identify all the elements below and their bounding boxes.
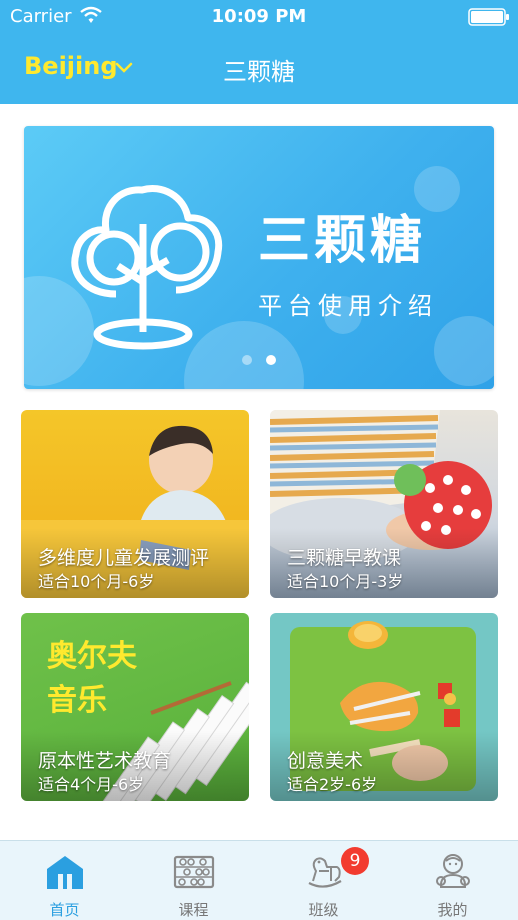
home-icon [47,856,83,889]
tab-courses[interactable]: 课程 [129,841,258,920]
card-title: 多维度儿童发展测评 [38,547,210,569]
banner-title: 三颗糖 [258,211,427,271]
banner-carousel[interactable]: 三颗糖 平台使用介绍 [24,126,494,389]
abacus-icon [173,855,215,889]
status-time: 10:09 PM [211,6,307,27]
card-orff-music[interactable]: 奥尔夫 音乐 原本性艺术教育 适合4个月-6岁 [21,613,249,801]
status-bar: Carrier 10:09 PM [0,0,518,34]
card-subtitle: 适合10个月-3岁 [287,572,404,591]
card-title: 三颗糖早教课 [287,547,402,569]
card-title: 原本性艺术教育 [38,750,172,772]
card-subtitle: 适合2岁-6岁 [287,775,378,794]
tab-home[interactable]: 首页 [0,841,129,920]
page-title: 三颗糖 [223,58,295,86]
nav-bar: Beijing 三颗糖 [0,34,518,104]
pager-dot-active[interactable] [265,355,276,365]
header: Carrier 10:09 PM Beijing 三颗糖 [0,0,518,104]
tab-label: 班级 [308,901,339,919]
rocking-horse-icon [308,857,342,888]
notification-badge: 9 [341,847,369,875]
card-title: 创意美术 [287,750,364,772]
tab-label: 课程 [178,901,209,919]
card-subtitle: 适合10个月-6岁 [38,572,155,591]
pager-dot[interactable] [242,355,253,365]
banner-subtitle: 平台使用介绍 [258,292,438,320]
tab-bar: 首页 课程 9 班级 我的 [0,840,518,920]
tab-label: 我的 [437,901,468,919]
card-subtitle: 适合4个月-6岁 [38,775,145,794]
battery-icon [468,8,509,26]
tab-label: 首页 [49,901,80,919]
carousel-pager[interactable] [24,350,494,369]
tree-logo-icon [71,185,223,350]
tab-class[interactable]: 9 班级 [259,841,388,920]
card-creative-art[interactable]: 创意美术 适合2岁-6岁 [270,613,498,801]
tab-profile[interactable]: 我的 [388,841,517,920]
card-early-education[interactable]: 三颗糖早教课 适合10个月-3岁 [270,410,498,598]
card-development-assessment[interactable]: 多维度儿童发展测评 适合10个月-6岁 [21,410,249,598]
baby-profile-icon [436,854,470,888]
main-content: 三颗糖 平台使用介绍 多维度儿童发展测评 适合10个月-6岁 三颗糖早教课 适合… [0,104,518,840]
